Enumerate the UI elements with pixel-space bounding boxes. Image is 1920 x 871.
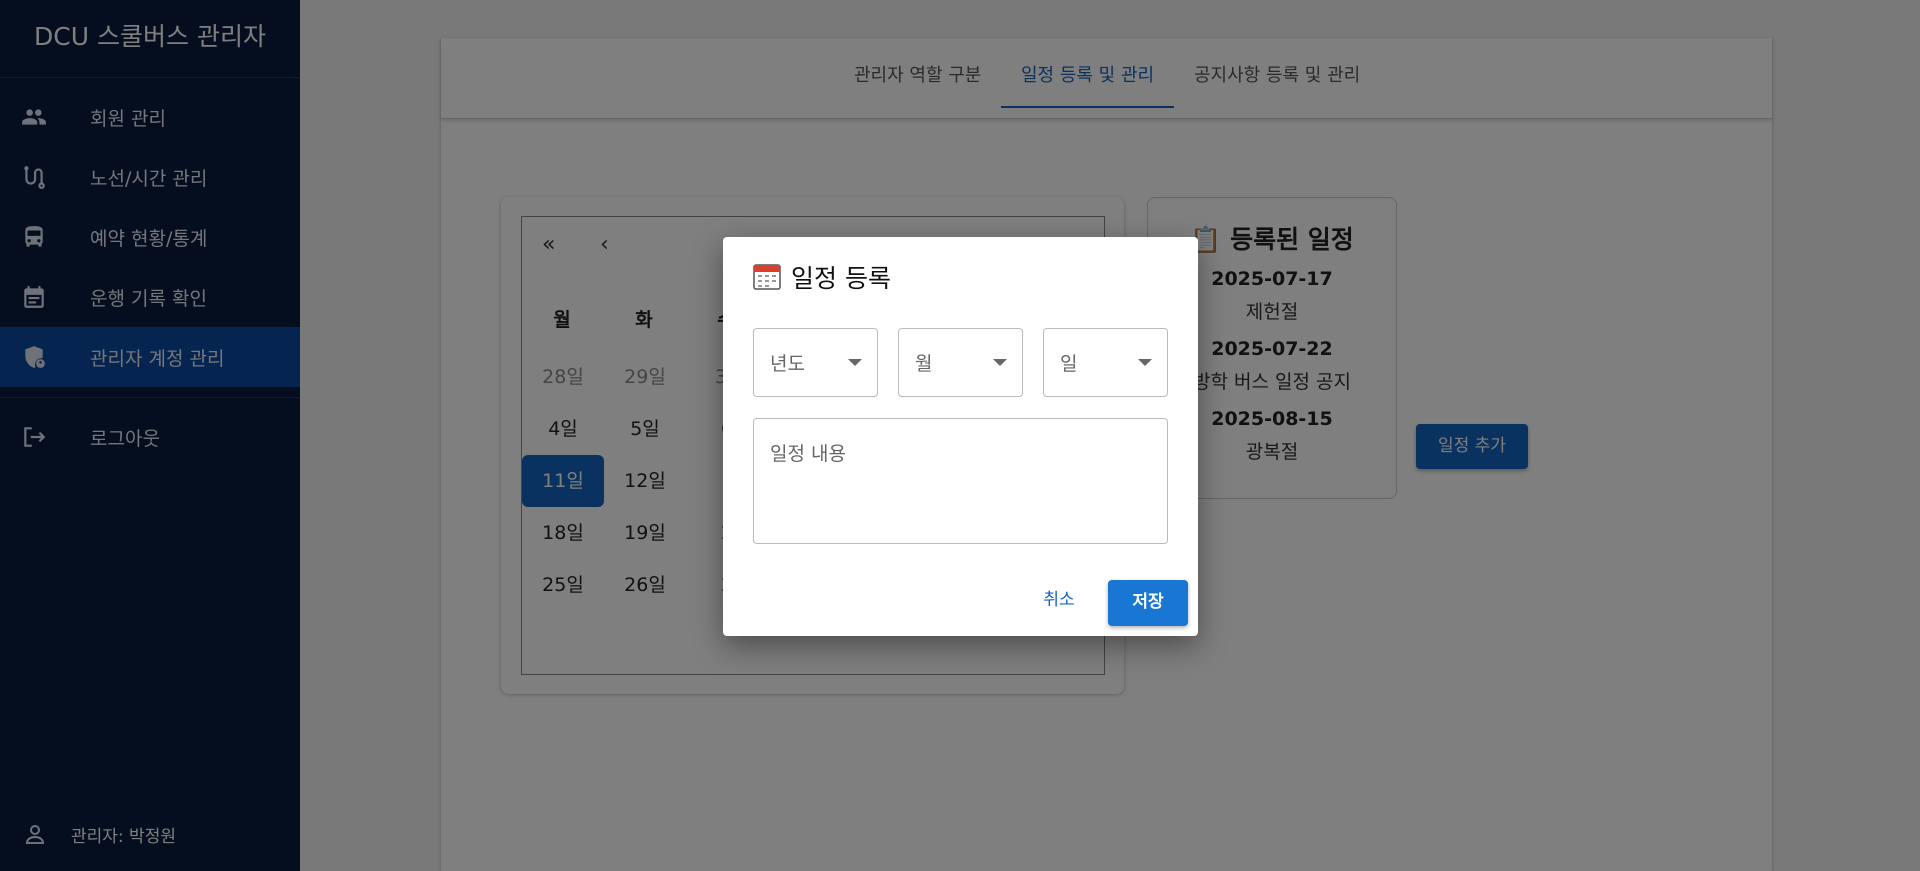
year-select-placeholder: 년도 (770, 353, 805, 375)
caret-down-icon (848, 359, 862, 366)
day-select[interactable]: 일 (1043, 328, 1168, 397)
schedule-content-textarea[interactable]: 일정 내용 (753, 418, 1168, 544)
caret-down-icon (993, 359, 1007, 366)
schedule-content-placeholder: 일정 내용 (770, 443, 846, 465)
save-button[interactable]: 저장 (1108, 580, 1188, 626)
schedule-register-dialog: 일정 등록 년도 월 일 일정 내용 취소 저장 (723, 237, 1198, 636)
dialog-title: 일정 등록 (753, 259, 891, 295)
day-select-placeholder: 일 (1060, 353, 1078, 375)
calendar-icon (753, 264, 781, 290)
cancel-button[interactable]: 취소 (1027, 580, 1091, 620)
month-select-placeholder: 월 (915, 353, 933, 375)
caret-down-icon (1138, 359, 1152, 366)
dialog-title-text: 일정 등록 (791, 264, 891, 293)
month-select[interactable]: 월 (898, 328, 1023, 397)
year-select[interactable]: 년도 (753, 328, 878, 397)
